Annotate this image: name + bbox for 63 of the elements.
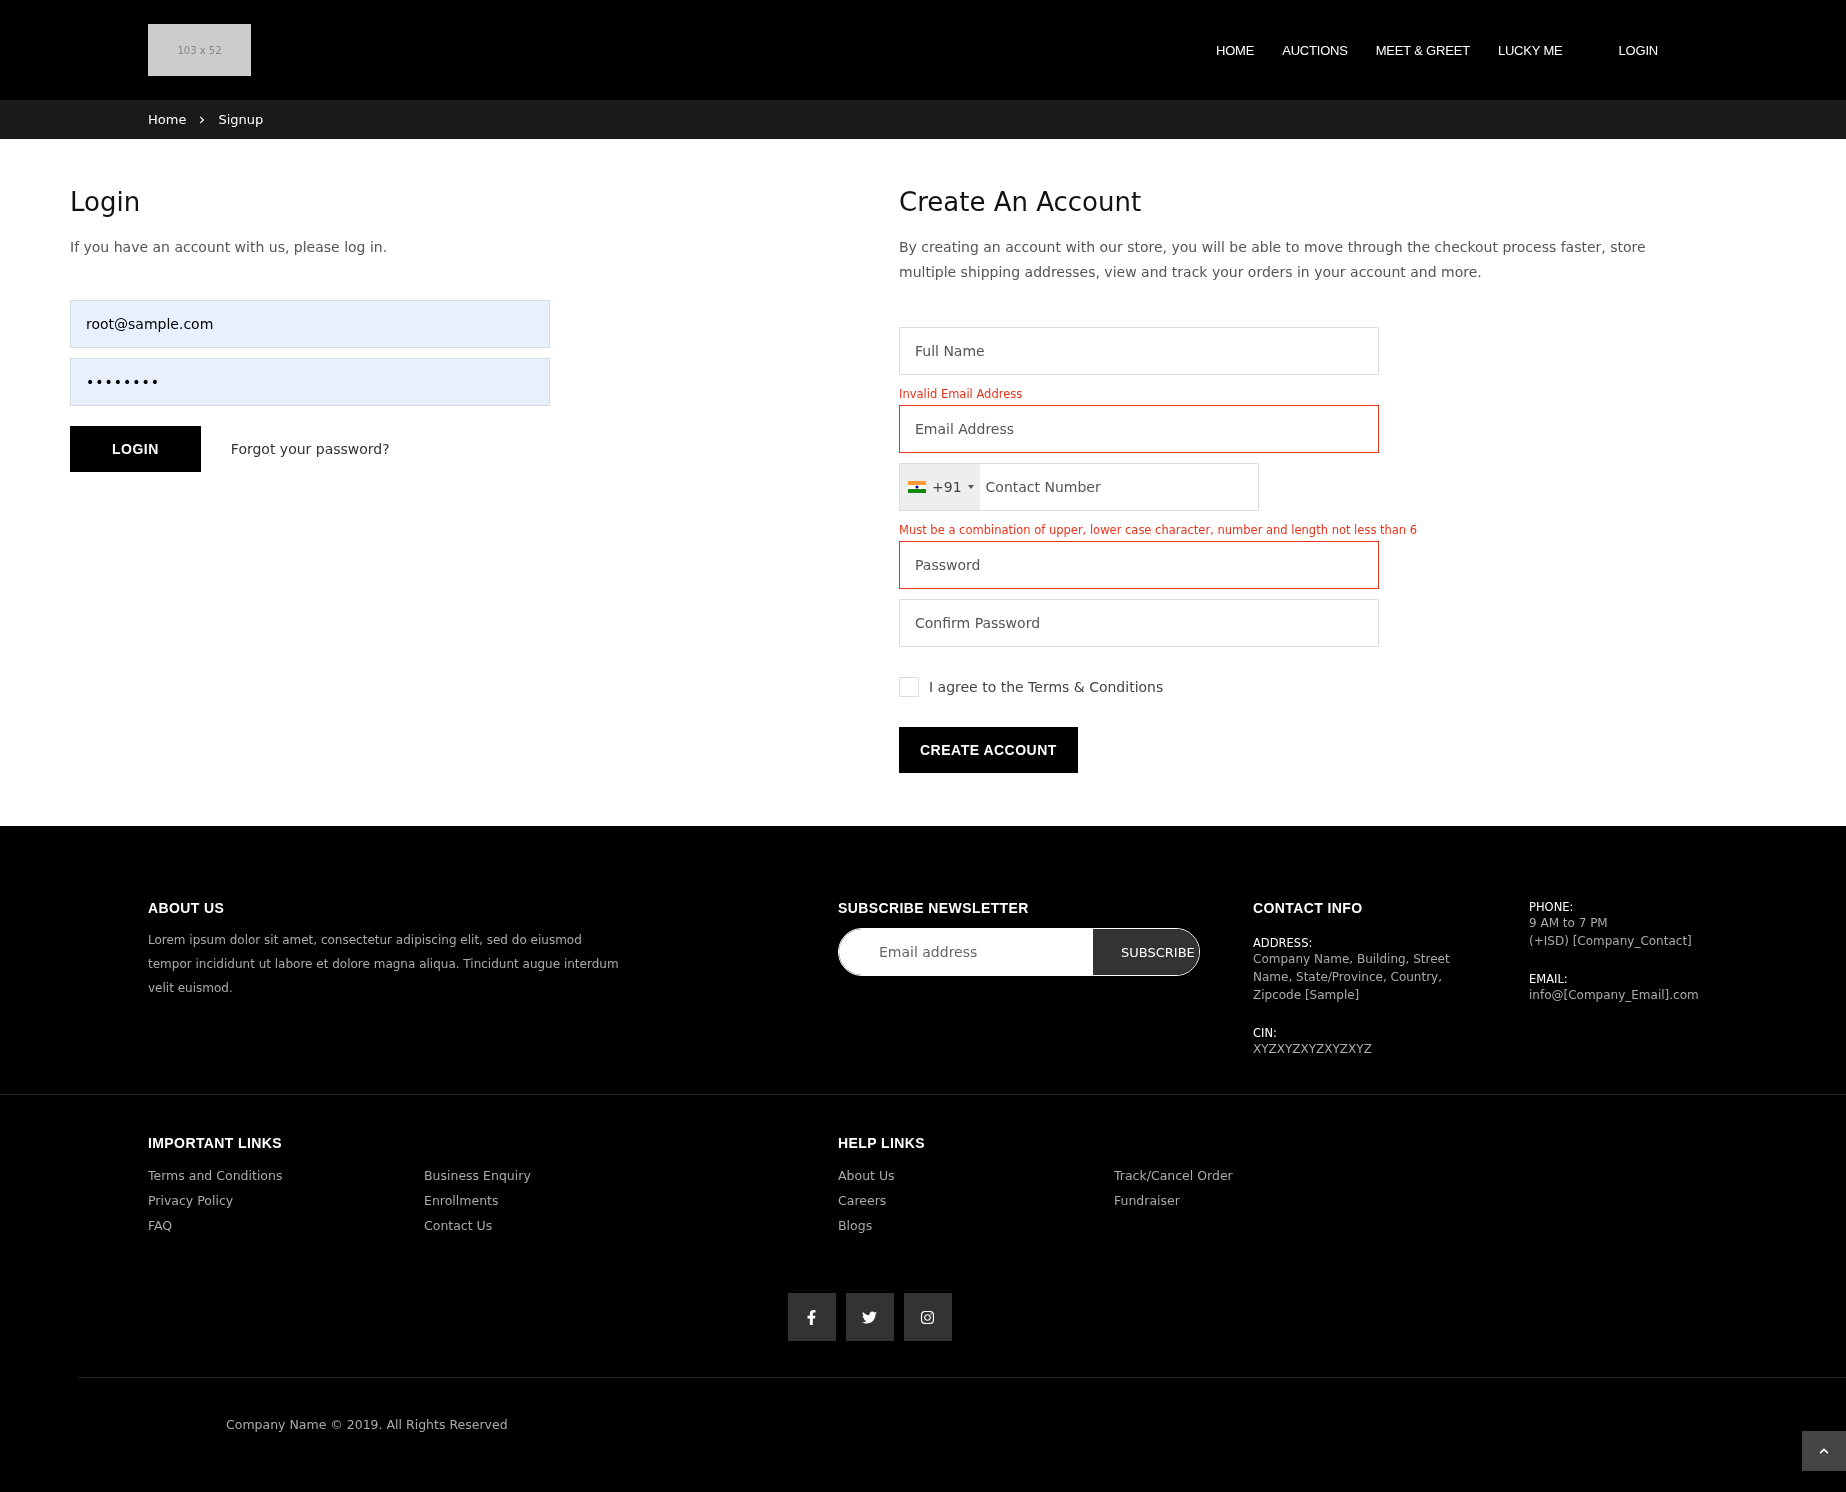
social-button[interactable] <box>903 1293 952 1341</box>
nav-link[interactable]: HOME <box>1215 42 1255 58</box>
error-message: Invalid Email Address <box>899 387 1023 401</box>
input-field[interactable]: root@sample.com <box>70 300 550 348</box>
footer-heading: SUBSCRIBE NEWSLETTER <box>838 900 1030 916</box>
forgot-password-link[interactable]: Forgot your password? <box>230 441 390 457</box>
page-heading: Login <box>70 187 141 217</box>
footer-heading: CONTACT INFO <box>1253 900 1364 916</box>
intro-text: By creating an account with our store, you will be able to move through the checkout process faster, store multiple shipping addresses, view and track your orders in your account and more. <box>899 238 1647 282</box>
checkbox-label: I agree to the Terms & Conditions <box>929 679 1164 695</box>
footer-link[interactable]: Terms and Conditions <box>148 1163 424 1188</box>
footer-link[interactable]: Fundraiser <box>1114 1188 1390 1213</box>
nav-link[interactable]: LUCKY ME <box>1497 42 1563 58</box>
checkbox[interactable] <box>899 677 919 697</box>
intro-text: If you have an account with us, please log in. <box>70 238 388 257</box>
footer-link[interactable]: Contact Us <box>424 1213 700 1238</box>
chevron-up-icon <box>1819 1446 1829 1456</box>
login-button[interactable]: LOGIN <box>70 426 201 472</box>
error-message: Must be a combination of upper, lower case character, number and length not less than 6 <box>899 523 1418 537</box>
breadcrumb-link[interactable]: Home <box>148 112 187 127</box>
nav-link[interactable]: MEET & GREET <box>1375 42 1470 58</box>
facebook-icon <box>804 1309 819 1325</box>
footer-link[interactable]: Careers <box>838 1188 1114 1213</box>
nav-link[interactable]: AUCTIONS <box>1282 42 1348 58</box>
social-button[interactable] <box>787 1293 836 1341</box>
newsletter-field[interactable]: Email address SUBSCRIBE <box>838 928 1200 976</box>
flag-icon <box>908 481 926 493</box>
copyright-text: Company Name © 2019. All Rights Reserved <box>226 1417 508 1432</box>
footer-heading: IMPORTANT LINKS <box>148 1135 284 1151</box>
phone-field[interactable]: +91 Contact Number <box>899 463 1259 511</box>
footer-link[interactable]: Privacy Policy <box>148 1188 424 1213</box>
create-account-button[interactable]: CREATE ACCOUNT <box>899 727 1078 773</box>
footer-heading: ABOUT US <box>148 900 226 916</box>
footer-link[interactable]: Business Enquiry <box>424 1163 700 1188</box>
about-text: Lorem ipsum dolor sit amet, consectetur adipiscing elit, sed do eiusmod tempor incididunt ut labore et dolore magna aliqua. Tincidunt augue interdum velit euismod. <box>148 932 620 997</box>
footer-link[interactable]: About Us <box>838 1163 1114 1188</box>
country-code-dropdown[interactable]: +91 <box>900 464 980 510</box>
instagram-icon <box>920 1309 935 1325</box>
caret-icon <box>967 485 974 489</box>
password-field[interactable]: •••••••• <box>70 358 550 406</box>
footer-link[interactable]: FAQ <box>148 1213 424 1238</box>
contact-text: 9 AM to 7 PM <box>1529 915 1609 932</box>
footer-link[interactable]: Track/Cancel Order <box>1114 1163 1390 1188</box>
social-button[interactable] <box>845 1293 894 1341</box>
footer-heading: HELP LINKS <box>838 1135 926 1151</box>
page-heading: Create An Account <box>899 187 1142 217</box>
contact-text: Company Name, Building, Street Name, State/Province, Country, Zipcode [Sample] <box>1253 951 1451 1004</box>
contact-text: (+ISD) [Company_Contact] <box>1529 933 1693 950</box>
contact-label: PHONE: <box>1529 900 1575 914</box>
login-link[interactable]: LOGIN <box>1618 42 1658 58</box>
contact-label: CIN: <box>1253 1026 1278 1040</box>
input-field[interactable]: Password <box>899 541 1379 589</box>
breadcrumb-link[interactable]: Signup <box>218 112 264 127</box>
footer-link[interactable]: Blogs <box>838 1213 1114 1238</box>
contact-label: ADDRESS: <box>1253 936 1314 950</box>
contact-label: EMAIL: <box>1529 972 1569 986</box>
chevron-icon <box>198 115 207 124</box>
contact-text: info@[Company_Email].com <box>1529 987 1700 1004</box>
subscribe-button[interactable]: SUBSCRIBE <box>1093 929 1199 975</box>
twitter-icon <box>862 1309 877 1325</box>
input-field[interactable]: Email Address <box>899 405 1379 453</box>
footer-link[interactable]: Enrollments <box>424 1188 700 1213</box>
contact-text: XYZXYZXYZXYZXYZ <box>1253 1041 1373 1058</box>
